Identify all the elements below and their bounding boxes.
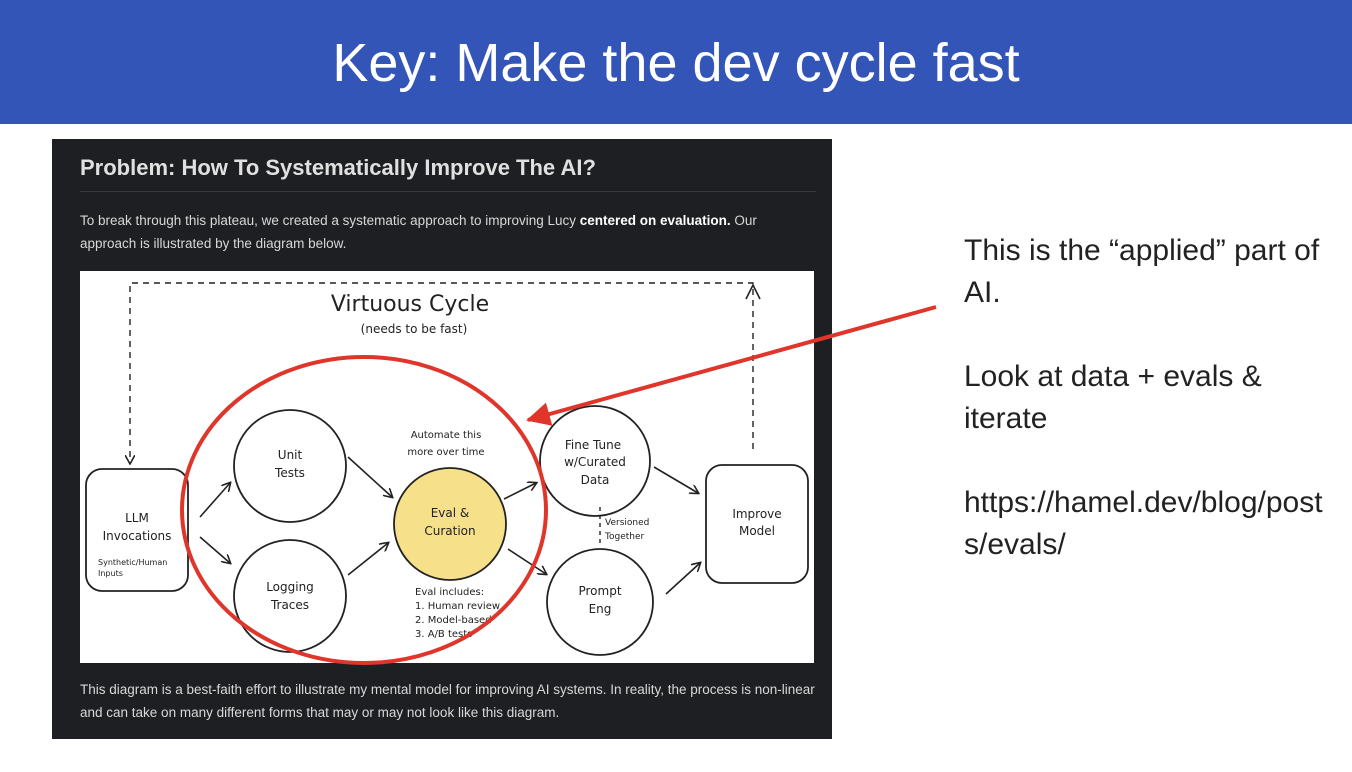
arrow-eval-to-prompt (507, 548, 546, 574)
intro-text-1: To break through this plateau, we create… (80, 213, 580, 228)
eval-includes-item-1: 1. Human review (415, 601, 500, 612)
automate-note-2: more over time (407, 447, 484, 458)
note-look-at-data: Look at data + evals & iterate (964, 360, 1262, 435)
finetune-label-1: Fine Tune (565, 438, 621, 452)
heading-divider (80, 191, 816, 192)
logging-label-1: Logging (266, 580, 314, 594)
speaker-notes: This is the “applied” part of AI. Look a… (964, 230, 1344, 608)
eval-includes-item-3: 3. A/B tests (415, 629, 472, 640)
logging-label-2: Traces (270, 598, 309, 612)
logging-traces-circle (233, 539, 347, 653)
arrow-llm-to-logging (199, 536, 230, 563)
versioned-label-1: Versioned (605, 518, 649, 528)
llm-label-2: Invocations (103, 529, 172, 543)
arrow-eval-to-finetune (503, 483, 536, 500)
prompt-label-2: Eng (589, 602, 612, 616)
llm-note-1: Synthetic/Human (98, 558, 167, 567)
arrow-prompt-to-improve (665, 563, 700, 595)
arrow-llm-to-unit (199, 483, 230, 518)
screenshot-heading: Problem: How To Systematically Improve T… (80, 155, 596, 180)
arrow-unit-to-eval (347, 456, 392, 497)
note-applied: This is the “applied” part of AI. (964, 234, 1320, 309)
diagram-subtitle: (needs to be fast) (361, 322, 468, 336)
intro-bold-text: centered on evaluation. (579, 213, 731, 228)
diagram-title: Virtuous Cycle (331, 292, 489, 317)
note-link[interactable]: https://hamel.dev/blog/posts/evals/ (964, 482, 1344, 566)
embedded-screenshot: Problem: How To Systematically Improve T… (52, 139, 832, 739)
arrow-finetune-to-improve (653, 466, 698, 493)
versioned-label-2: Together (604, 532, 644, 542)
eval-includes-label: Eval includes: (415, 587, 484, 598)
unit-label-2: Tests (274, 466, 305, 480)
screenshot-intro: To break through this plateau, we create… (80, 209, 780, 255)
finetune-label-3: Data (581, 473, 610, 487)
screenshot-outro: This diagram is a best-faith effort to i… (80, 682, 815, 720)
finetune-label-2: w/Curated (564, 455, 626, 469)
eval-label-2: Curation (424, 524, 475, 538)
improve-label-2: Model (739, 524, 775, 538)
unit-label-1: Unit (278, 448, 303, 462)
arrow-logging-to-eval (347, 543, 388, 576)
slide-title: Key: Make the dev cycle fast (332, 33, 1020, 93)
automate-note-1: Automate this (411, 430, 482, 441)
diagram-svg: Virtuous Cycle (needs to be fast) LLM In… (85, 282, 809, 656)
eval-includes-item-2: 2. Model-based (415, 615, 492, 626)
title-banner: Key: Make the dev cycle fast (0, 0, 1352, 124)
llm-note-2: Inputs (98, 569, 123, 578)
eval-label-1: Eval & (431, 506, 470, 520)
improve-label-1: Improve (732, 507, 781, 521)
virtuous-cycle-diagram: Virtuous Cycle (needs to be fast) LLM In… (80, 271, 814, 663)
prompt-label-1: Prompt (578, 584, 621, 598)
llm-label-1: LLM (125, 511, 149, 525)
